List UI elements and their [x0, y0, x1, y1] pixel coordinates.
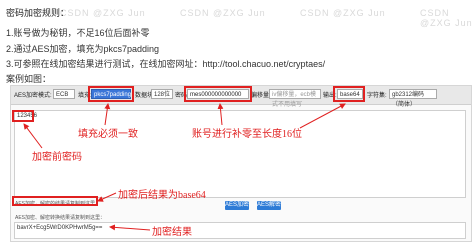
annotation-arrows	[23, 103, 346, 231]
arrow-before	[23, 123, 43, 149]
arrow-result	[109, 224, 151, 231]
arrow-account	[217, 103, 224, 126]
arrow-fill	[104, 103, 111, 126]
arrow-output	[299, 103, 346, 129]
arrow-base64	[97, 192, 117, 202]
